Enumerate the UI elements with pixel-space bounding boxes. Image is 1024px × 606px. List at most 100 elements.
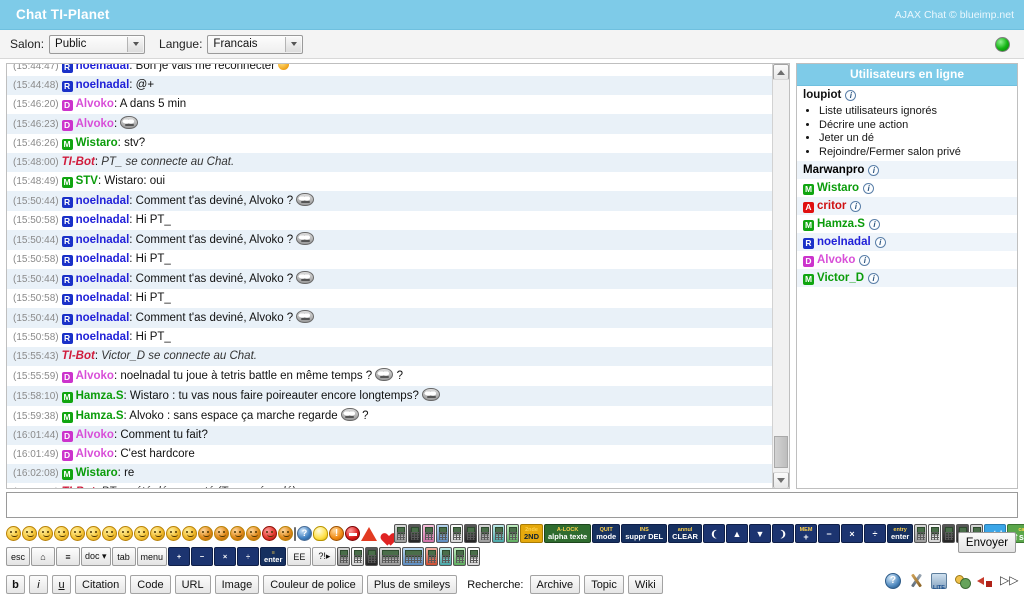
- exclamation-icon[interactable]: !: [329, 526, 344, 541]
- online-user-name[interactable]: Victor_D: [817, 272, 864, 284]
- underline-button[interactable]: u: [52, 575, 71, 594]
- calc-ti-teal[interactable]: [492, 524, 505, 543]
- forbidden-icon[interactable]: [345, 526, 360, 541]
- image-button[interactable]: Image: [214, 575, 260, 594]
- calc-ti-grey2[interactable]: [478, 524, 491, 543]
- user-command-item[interactable]: Liste utilisateurs ignorés: [819, 105, 1017, 119]
- search-wiki-button[interactable]: Wiki: [627, 575, 663, 594]
- message-username[interactable]: Hamza.S: [76, 410, 124, 422]
- bold-button[interactable]: b: [6, 575, 25, 594]
- users-icon[interactable]: [954, 573, 971, 589]
- key-mode[interactable]: QUIT mode: [592, 524, 621, 543]
- smiley-happy[interactable]: [6, 526, 21, 541]
- calc-hp-blue[interactable]: [402, 547, 425, 566]
- key-nav-divide[interactable]: ÷: [237, 547, 260, 566]
- smiley-wink[interactable]: [54, 526, 69, 541]
- user-info-icon[interactable]: i: [863, 183, 875, 194]
- key-catalog[interactable]: ?!▸: [312, 547, 337, 566]
- current-user-row[interactable]: loupiot i: [797, 86, 1017, 104]
- calc-ti-blue[interactable]: [436, 524, 449, 543]
- smiley-sick[interactable]: [230, 526, 245, 541]
- message-username[interactable]: noelnadal: [76, 195, 130, 207]
- settings-tools-icon[interactable]: [908, 573, 924, 589]
- smiley-neutral[interactable]: [38, 526, 53, 541]
- heart-icon[interactable]: [378, 527, 393, 541]
- calc-nspire-green[interactable]: [453, 547, 467, 566]
- message-username[interactable]: Hamza.S: [76, 390, 124, 402]
- calc-nspire-grey[interactable]: [914, 524, 928, 543]
- message-username[interactable]: Alvoko: [76, 370, 114, 382]
- online-user-name[interactable]: Alvoko: [817, 254, 855, 266]
- quote-button[interactable]: Citation: [75, 575, 127, 594]
- message-username[interactable]: Wistaro: [76, 467, 118, 479]
- calc-nspire-black[interactable]: [942, 524, 956, 543]
- calc-ti-black[interactable]: [408, 524, 421, 543]
- key-divide[interactable]: ÷: [863, 524, 886, 543]
- message-username[interactable]: noelnadal: [76, 292, 130, 304]
- message-username[interactable]: noelnadal: [76, 79, 130, 91]
- key-clear[interactable]: annul CLEAR: [668, 524, 702, 543]
- smiley-confused[interactable]: [102, 526, 117, 541]
- user-info-icon[interactable]: i: [845, 90, 857, 101]
- key-plus[interactable]: MEM +: [794, 524, 817, 543]
- message-username[interactable]: noelnadal: [76, 214, 130, 226]
- key-esc[interactable]: esc: [6, 547, 30, 566]
- smiley-tongue[interactable]: [118, 526, 133, 541]
- font-color-button[interactable]: Couleur de police: [263, 575, 363, 594]
- smiley-angry[interactable]: [214, 526, 229, 541]
- key-ee[interactable]: EE: [287, 547, 312, 566]
- key-home[interactable]: ⌂: [31, 547, 55, 566]
- user-info-icon[interactable]: i: [874, 237, 886, 248]
- message-username[interactable]: Alvoko: [76, 118, 114, 130]
- search-topic-button[interactable]: Topic: [584, 575, 624, 594]
- scroll-thumb[interactable]: [774, 436, 788, 468]
- smiley-sad[interactable]: [22, 526, 37, 541]
- key-scratchpad[interactable]: ≡: [56, 547, 80, 566]
- more-smileys-button[interactable]: Plus de smileys: [366, 575, 458, 594]
- key-nav-enter[interactable]: ≡ enter: [260, 547, 287, 566]
- key-minus[interactable]: −: [817, 524, 840, 543]
- smiley-sleep[interactable]: [182, 526, 197, 541]
- calc-nspire-teal[interactable]: [439, 547, 453, 566]
- online-user-name[interactable]: critor: [817, 200, 846, 212]
- send-button[interactable]: Envoyer: [958, 532, 1016, 553]
- smiley-shout[interactable]: [262, 526, 277, 541]
- message-username[interactable]: STV: [76, 175, 98, 187]
- code-button[interactable]: Code: [130, 575, 171, 594]
- smiley-sunglasses[interactable]: [166, 526, 181, 541]
- key-nav-multiply[interactable]: ×: [214, 547, 237, 566]
- calc-ti-pink[interactable]: [422, 524, 435, 543]
- smiley-devil[interactable]: [198, 526, 213, 541]
- key-arrow-up[interactable]: ▲: [725, 524, 748, 543]
- chat-scrollbar[interactable]: [772, 64, 789, 488]
- message-username[interactable]: TI-Bot: [62, 350, 95, 362]
- online-user-row[interactable]: D Alvoko i: [797, 251, 1017, 269]
- message-username[interactable]: TI-Bot: [62, 156, 95, 168]
- key-arrow-down[interactable]: ▼: [748, 524, 771, 543]
- online-user-row[interactable]: M Hamza.S i: [797, 215, 1017, 233]
- url-button[interactable]: URL: [174, 575, 211, 594]
- key-entry[interactable]: entry enter: [886, 524, 914, 543]
- online-user-name[interactable]: noelnadal: [817, 236, 871, 248]
- sound-muted-icon[interactable]: [977, 573, 993, 589]
- message-username[interactable]: Alvoko: [76, 429, 114, 441]
- message-username[interactable]: noelnadal: [76, 234, 130, 246]
- message-username[interactable]: noelnadal: [76, 273, 130, 285]
- calc-casio-grey[interactable]: [337, 547, 351, 566]
- language-select[interactable]: Francais: [207, 34, 304, 54]
- fast-forward-icon[interactable]: ▷▷: [1000, 573, 1018, 589]
- online-user-row[interactable]: M Wistaro i: [797, 179, 1017, 197]
- key-nav-minus[interactable]: −: [191, 547, 214, 566]
- user-info-icon[interactable]: i: [859, 255, 871, 266]
- user-command-item[interactable]: Décrire une action: [819, 119, 1017, 133]
- message-username[interactable]: noelnadal: [76, 253, 130, 265]
- user-info-icon[interactable]: i: [868, 219, 880, 230]
- online-user-row[interactable]: M Victor_D i: [797, 269, 1017, 287]
- key-menu[interactable]: menu: [136, 547, 168, 566]
- calc-casio-white[interactable]: [351, 547, 365, 566]
- idea-bulb-icon[interactable]: [313, 526, 328, 541]
- message-username[interactable]: Alvoko: [76, 448, 114, 460]
- online-user-name[interactable]: loupiot: [803, 89, 841, 101]
- key-arrow-left[interactable]: ❨: [702, 524, 725, 543]
- key-del[interactable]: INS suppr DEL: [621, 524, 668, 543]
